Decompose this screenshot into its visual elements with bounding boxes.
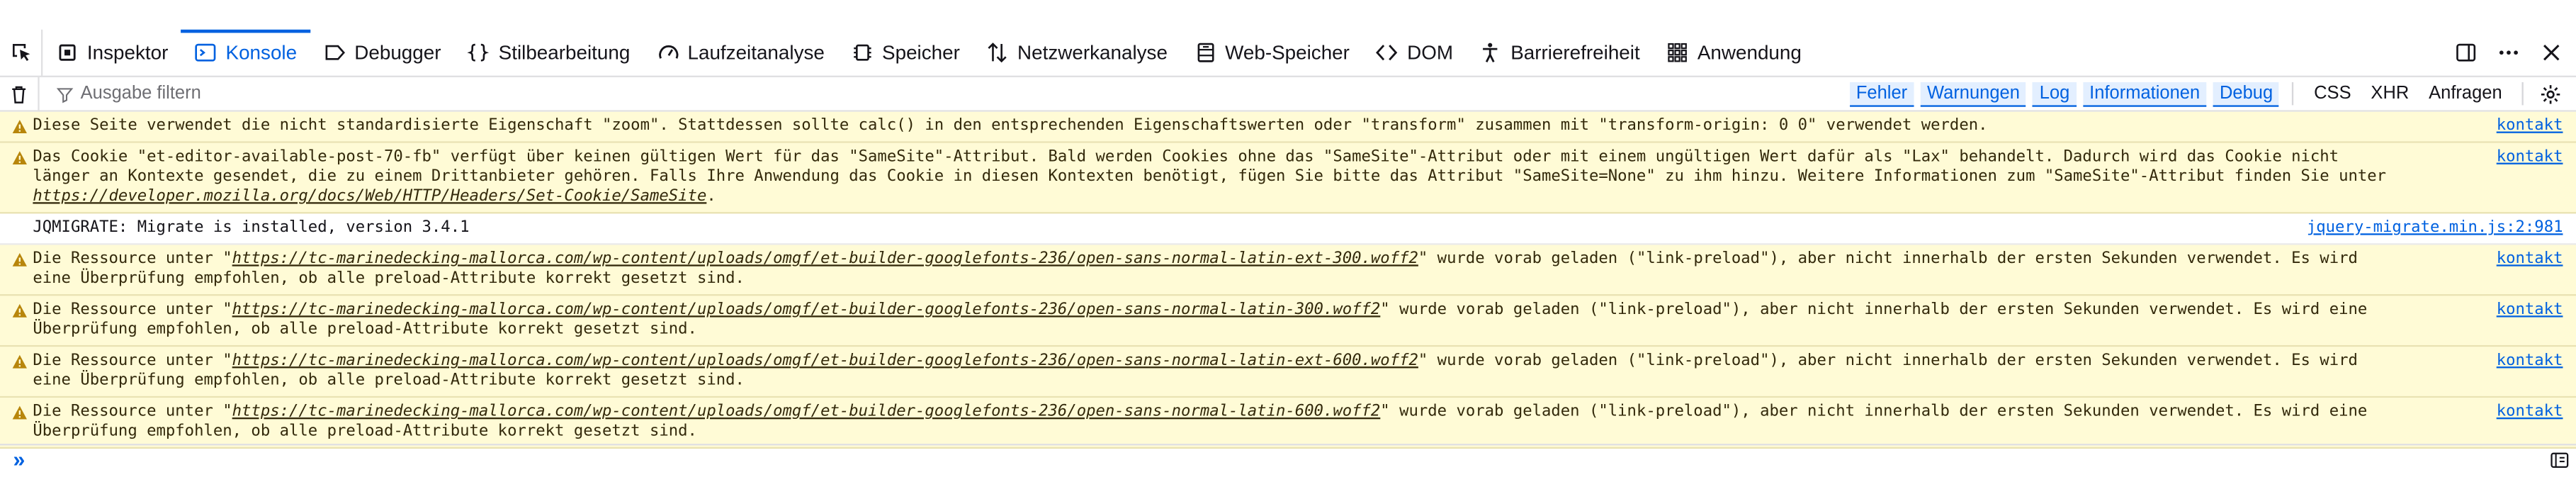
warning-icon [12,120,27,133]
clear-console-button[interactable] [0,76,40,111]
level-toggle-debug[interactable]: Debug [2213,81,2280,106]
braces-icon [468,43,490,62]
console-settings-button[interactable] [2533,83,2566,104]
more-options-icon[interactable] [2497,41,2520,64]
message-source-link[interactable]: kontakt [2497,301,2563,320]
tab-label: Anwendung [1697,40,1802,65]
toggle-requests[interactable]: Anfragen [2419,84,2512,103]
message-text: Die Ressource unter " [33,352,232,370]
message-text: Die Ressource unter " [33,403,232,421]
tab-label: Debugger [354,40,441,65]
code-brackets-icon [1377,45,1399,61]
message-text: Die Ressource unter " [33,301,232,319]
message-source-link[interactable]: kontakt [2497,403,2563,422]
prompt-chevron-icon: » [13,447,26,472]
message-source-link[interactable]: kontakt [2497,250,2563,269]
divider [2521,82,2524,106]
level-toggle-errors[interactable]: Fehler [1849,81,1914,106]
console-message-warning: Die Ressource unter "https://tc-marinede… [0,398,2576,449]
element-picker-button[interactable] [0,28,43,77]
message-source-link[interactable]: jquery-migrate.min.js:2:981 [2307,218,2563,238]
divider [2292,82,2295,106]
gear-icon [2540,84,2560,103]
warning-icon [12,151,27,165]
warning-icon [12,405,27,420]
filter-placeholder: Ausgabe filtern [80,84,201,104]
tab-label: Web-Speicher [1225,40,1350,65]
filter-input[interactable]: Ausgabe filtern [40,77,1846,111]
message-text-after: . [706,187,716,206]
gauge-icon [658,45,678,59]
tab-label: Netzwerkanalyse [1017,40,1168,65]
message-source-link[interactable]: kontakt [2497,352,2563,371]
tab-debugger[interactable]: Debugger [310,29,454,77]
tab-label: Inspektor [86,40,169,65]
tab-speicher[interactable]: Speicher [837,29,973,77]
tab-inspektor[interactable]: Inspektor [43,29,181,77]
dock-side-icon[interactable] [2454,41,2477,64]
message-text: Diese Seite verwendet die nicht standard… [33,116,1988,135]
element-picker-icon [11,44,30,61]
tab-label: DOM [1407,40,1454,65]
tab-konsole[interactable]: Konsole [181,28,311,77]
console-message-log: JQMIGRATE: Migrate is installed, version… [0,213,2576,245]
toggle-xhr[interactable]: XHR [2361,84,2419,103]
message-text: JQMIGRATE: Migrate is installed, version… [33,218,470,237]
tab-label: Stilbearbeitung [498,40,631,65]
warning-icon [12,303,27,318]
warning-icon [12,252,27,267]
tab-netzwerkanalyse[interactable]: Netzwerkanalyse [973,29,1180,77]
console-message-warning: Die Ressource unter "https://tc-marinede… [0,296,2576,347]
debugger-icon [324,45,345,60]
grid-icon [1668,43,1688,62]
console-output: Diese Seite verwendet die nicht standard… [0,111,2576,449]
level-toggle-info[interactable]: Informationen [2082,81,2207,106]
console-message-warning: Die Ressource unter "https://tc-marinede… [0,347,2576,398]
devtools-panel: Inspektor Konsole Debugger Stilbearbeitu… [0,0,2576,499]
close-icon[interactable] [2540,41,2563,64]
console-input[interactable]: » [0,444,2576,473]
devtools-toolbar: Inspektor Konsole Debugger Stilbearbeitu… [0,28,2576,77]
multiline-editor-icon[interactable] [2550,449,2570,469]
tab-label: Konsole [225,40,298,65]
tab-label: Barrierefreiheit [1510,40,1640,65]
network-arrows-icon [988,43,1007,63]
tab-anwendung[interactable]: Anwendung [1653,29,1814,77]
message-url-link[interactable]: https://tc-marinedecking-mallorca.com/wp… [232,403,1381,421]
message-source-link[interactable]: kontakt [2497,117,2563,137]
message-url-link[interactable]: https://tc-marinedecking-mallorca.com/wp… [232,301,1381,319]
console-icon [196,43,217,62]
tab-label: Speicher [882,40,960,65]
accessibility-icon [1484,43,1498,63]
message-text: Das Cookie "et-editor-available-post-70-… [33,147,2387,186]
trash-icon [12,85,26,103]
console-message-warning: Die Ressource unter "https://tc-marinede… [0,245,2576,296]
storage-icon [1197,43,1214,62]
console-message-warning: Das Cookie "et-editor-available-post-70-… [0,142,2576,214]
inspector-icon [59,44,76,61]
tab-barrierefreiheit[interactable]: Barrierefreiheit [1467,29,1654,77]
console-filter-bar: Ausgabe filtern Fehler Warnungen Log Inf… [0,76,2576,112]
toggle-css[interactable]: CSS [2304,84,2361,103]
tab-web-speicher[interactable]: Web-Speicher [1180,29,1362,77]
message-url-link[interactable]: https://tc-marinedecking-mallorca.com/wp… [232,352,1418,370]
level-toggle-warnings[interactable]: Warnungen [1920,81,2027,106]
console-message-warning: Diese Seite verwendet die nicht standard… [0,111,2576,143]
filter-icon [56,87,74,103]
warning-icon [12,354,27,369]
message-text: Die Ressource unter " [33,250,232,268]
message-url-link[interactable]: https://developer.mozilla.org/docs/Web/H… [33,187,706,206]
level-toggle-log[interactable]: Log [2033,81,2077,106]
tab-dom[interactable]: DOM [1362,29,1466,77]
memory-chip-icon [854,44,871,61]
message-source-link[interactable]: kontakt [2497,148,2563,168]
tab-stilbearbeitung[interactable]: Stilbearbeitung [454,29,643,77]
tab-laufzeitanalyse[interactable]: Laufzeitanalyse [643,29,838,77]
tab-label: Laufzeitanalyse [687,40,825,65]
message-url-link[interactable]: https://tc-marinedecking-mallorca.com/wp… [232,250,1418,268]
